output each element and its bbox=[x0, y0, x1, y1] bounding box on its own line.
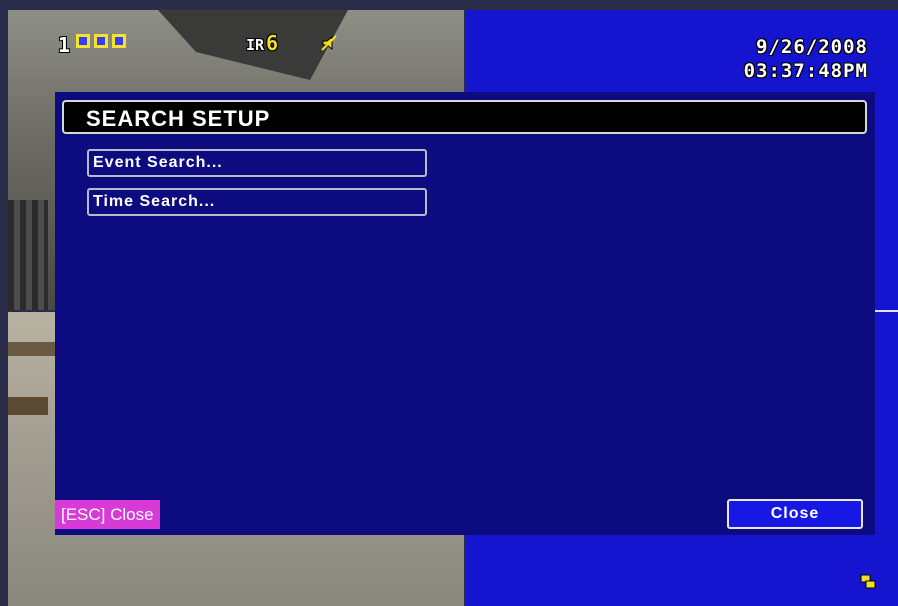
camera-number: 1 bbox=[58, 33, 71, 57]
osd-time: 03:37:48PM bbox=[743, 60, 868, 82]
dialog-header: SEARCH SETUP bbox=[62, 100, 867, 134]
esc-close-hint: [ESC] Close bbox=[55, 500, 160, 529]
speaker-mute-icon bbox=[321, 35, 337, 51]
camera-curtain-shape bbox=[8, 200, 48, 310]
event-search-button[interactable]: Event Search... bbox=[87, 149, 427, 177]
sequence-icon bbox=[860, 574, 876, 589]
dialog-title: SEARCH SETUP bbox=[86, 106, 271, 131]
camera-shelf-shape bbox=[8, 397, 48, 415]
ir-label: IR bbox=[246, 36, 265, 54]
channel-status-icon bbox=[112, 34, 126, 48]
divider bbox=[874, 310, 898, 312]
close-button[interactable]: Close bbox=[727, 499, 863, 529]
camera-shelf-shape bbox=[8, 342, 58, 356]
osd-date: 9/26/2008 bbox=[756, 36, 868, 58]
channel-status-icon bbox=[76, 34, 90, 48]
time-search-button[interactable]: Time Search... bbox=[87, 188, 427, 216]
channel-status-icon bbox=[94, 34, 108, 48]
ir-value: 6 bbox=[266, 31, 279, 55]
search-setup-dialog: SEARCH SETUP Event Search... Time Search… bbox=[55, 92, 875, 535]
